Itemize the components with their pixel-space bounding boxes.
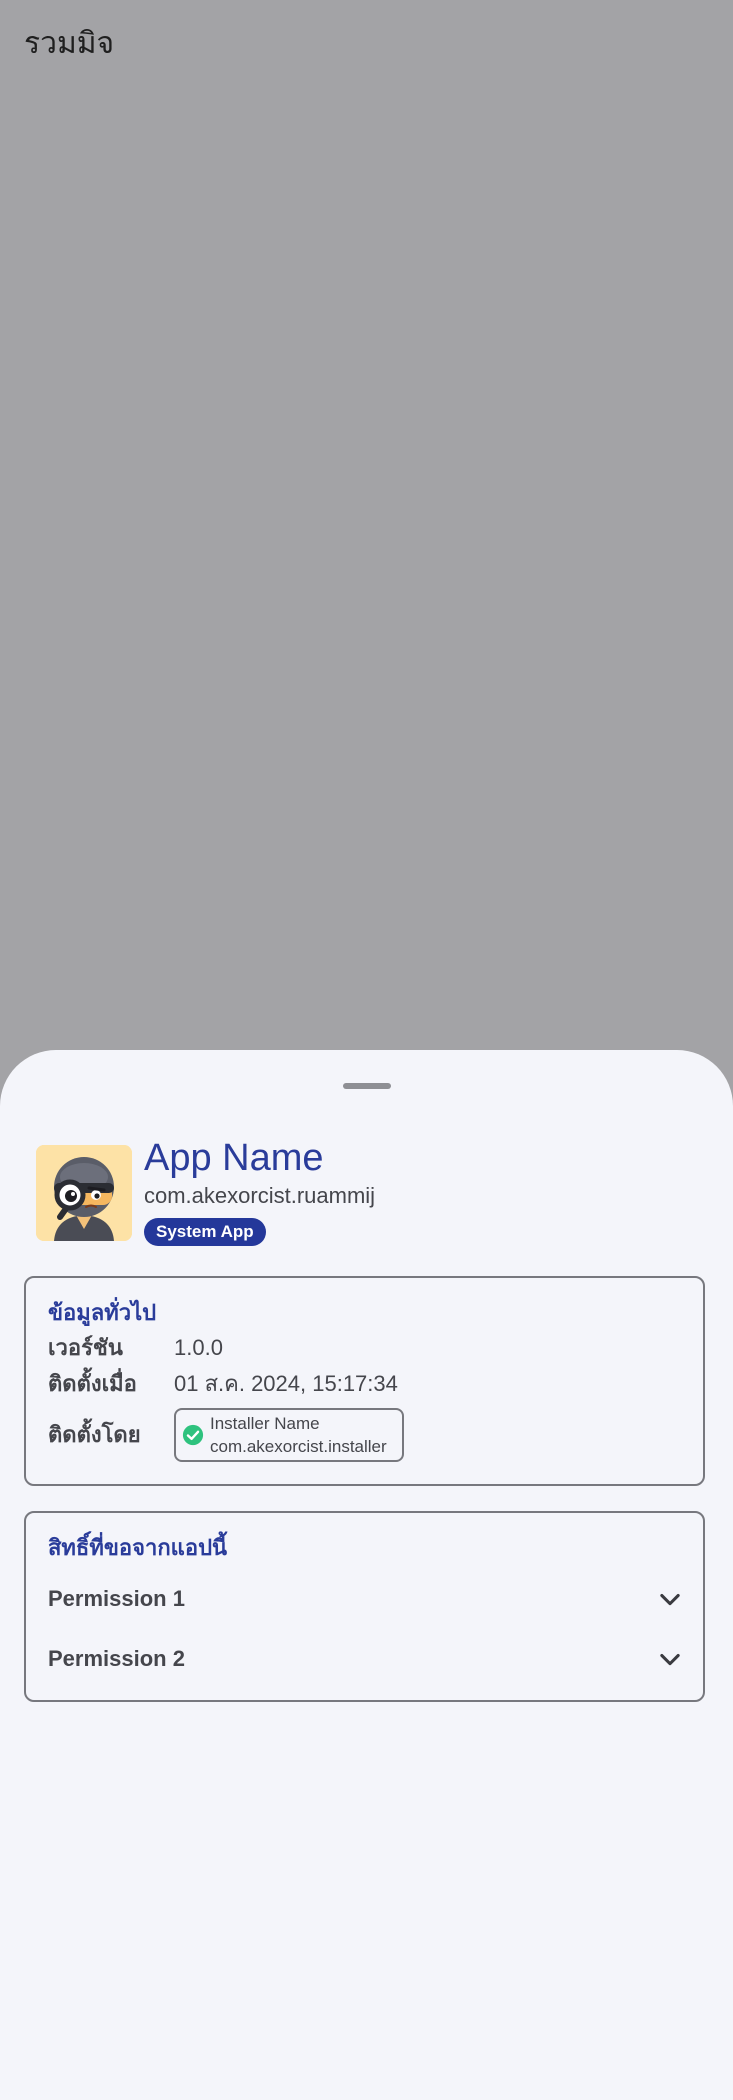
general-info-title: ข้อมูลทั่วไป bbox=[48, 1300, 157, 1325]
permissions-card: สิทธิ์ที่ขอจากแอปนี้ Permission 1 Permis… bbox=[24, 1511, 705, 1702]
permission-label: Permission 2 bbox=[48, 1646, 185, 1671]
installed-at-label: ติดตั้งเมื่อ bbox=[48, 1371, 137, 1396]
app-detail-bottom-sheet: App Name com.akexorcist.ruammij System A… bbox=[0, 1050, 733, 2100]
version-value: 1.0.0 bbox=[174, 1335, 223, 1360]
chevron-down-icon[interactable] bbox=[656, 1585, 684, 1613]
version-label: เวอร์ชัน bbox=[48, 1335, 123, 1360]
app-name: App Name bbox=[144, 1137, 324, 1179]
system-app-badge: System App bbox=[144, 1218, 266, 1246]
permission-item[interactable]: Permission 2 bbox=[26, 1637, 703, 1681]
drag-handle[interactable] bbox=[343, 1083, 391, 1089]
permissions-title: สิทธิ์ที่ขอจากแอปนี้ bbox=[48, 1535, 228, 1560]
installer-name: Installer Name bbox=[210, 1414, 320, 1433]
installer-chip[interactable]: Installer Name com.akexorcist.installer bbox=[174, 1408, 404, 1462]
installed-at-value: 01 ส.ค. 2024, 15:17:34 bbox=[174, 1371, 398, 1396]
general-info-card: ข้อมูลทั่วไป เวอร์ชัน 1.0.0 ติดตั้งเมื่อ… bbox=[24, 1276, 705, 1486]
permission-item[interactable]: Permission 1 bbox=[26, 1577, 703, 1621]
check-circle-icon bbox=[182, 1424, 204, 1446]
installer-package: com.akexorcist.installer bbox=[210, 1437, 387, 1456]
installed-by-label: ติดตั้งโดย bbox=[48, 1422, 141, 1447]
permission-label: Permission 1 bbox=[48, 1586, 185, 1611]
chevron-down-icon[interactable] bbox=[656, 1645, 684, 1673]
package-name: com.akexorcist.ruammij bbox=[144, 1183, 376, 1208]
app-icon bbox=[36, 1145, 132, 1241]
background-title: รวมมิจ bbox=[24, 26, 115, 61]
